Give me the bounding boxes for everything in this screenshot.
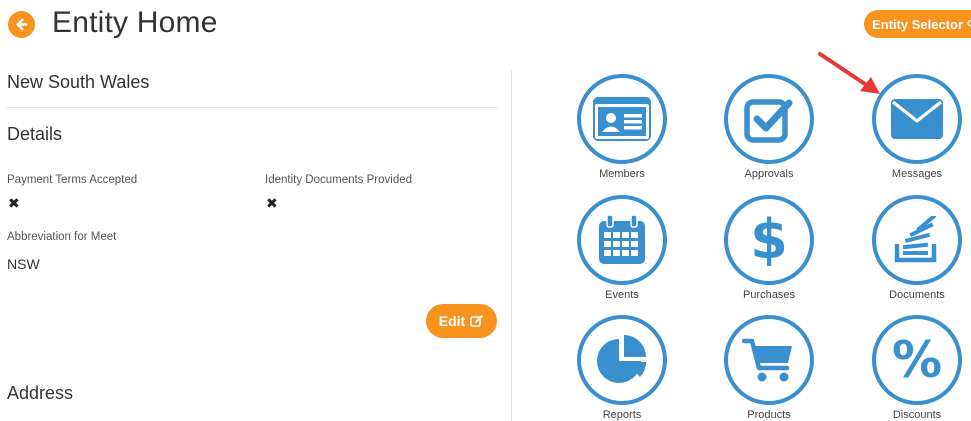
reports-circle [577, 315, 667, 405]
tile-approvals-label: Approvals [744, 168, 794, 180]
edit-button[interactable]: Edit [426, 304, 497, 338]
identity-documents-label: Identity Documents Provided [265, 174, 413, 186]
divider [7, 107, 497, 108]
tile-purchases-label: Purchases [743, 289, 795, 301]
arrow-left-icon [16, 18, 28, 31]
stack-documents-icon [894, 216, 937, 263]
tile-reports-label: Reports [602, 409, 642, 421]
entity-name: New South Wales [7, 72, 150, 92]
address-heading: Address [7, 383, 74, 403]
products-circle [724, 315, 814, 405]
entity-selector-label: Entity Selector [872, 16, 964, 32]
events-circle [577, 195, 667, 285]
tile-purchases[interactable]: $ Purchases [714, 195, 824, 301]
tile-documents[interactable]: Documents [862, 195, 971, 301]
identity-documents-value: ✖ [266, 195, 278, 211]
edit-label: Edit [438, 313, 466, 329]
discounts-circle: % [872, 315, 962, 405]
tile-approvals[interactable]: Approvals [714, 74, 824, 180]
percent-icon: % [891, 331, 943, 389]
tile-messages-label: Messages [891, 168, 943, 180]
tile-reports[interactable]: Reports [567, 315, 677, 421]
back-button[interactable] [8, 11, 35, 38]
page-title: Entity Home [52, 6, 218, 39]
red-arrow-annotation [818, 52, 880, 94]
details-heading: Details [7, 124, 63, 144]
edit-icon [470, 315, 484, 327]
dollar-icon: $ [750, 208, 788, 271]
tile-members-label: Members [599, 168, 645, 180]
tile-events-label: Events [605, 289, 639, 301]
tile-discounts[interactable]: % Discounts [862, 315, 971, 421]
abbreviation-label: Abbreviation for Meet [7, 231, 117, 243]
purchases-circle: $ [724, 195, 814, 285]
shopping-cart-icon [742, 338, 792, 382]
tile-members[interactable]: Members [567, 74, 677, 180]
check-square-icon [744, 99, 793, 143]
envelope-icon [891, 99, 943, 139]
payment-terms-label: Payment Terms Accepted [7, 174, 138, 186]
payment-terms-value: ✖ [8, 195, 20, 211]
members-circle [577, 74, 667, 164]
abbreviation-value: NSW [7, 256, 40, 272]
calendar-icon [599, 215, 645, 264]
tile-events[interactable]: Events [567, 195, 677, 301]
tile-products[interactable]: Products [714, 315, 824, 421]
id-card-icon [593, 97, 651, 141]
column-divider [511, 70, 512, 421]
documents-circle [872, 195, 962, 285]
tile-products-label: Products [747, 409, 791, 421]
tile-documents-label: Documents [889, 289, 945, 301]
entity-selector-button[interactable]: Entity Selector [864, 10, 971, 38]
pie-chart-icon [597, 335, 646, 383]
approvals-circle [724, 74, 814, 164]
search-icon [967, 19, 971, 27]
tile-discounts-label: Discounts [892, 409, 942, 421]
